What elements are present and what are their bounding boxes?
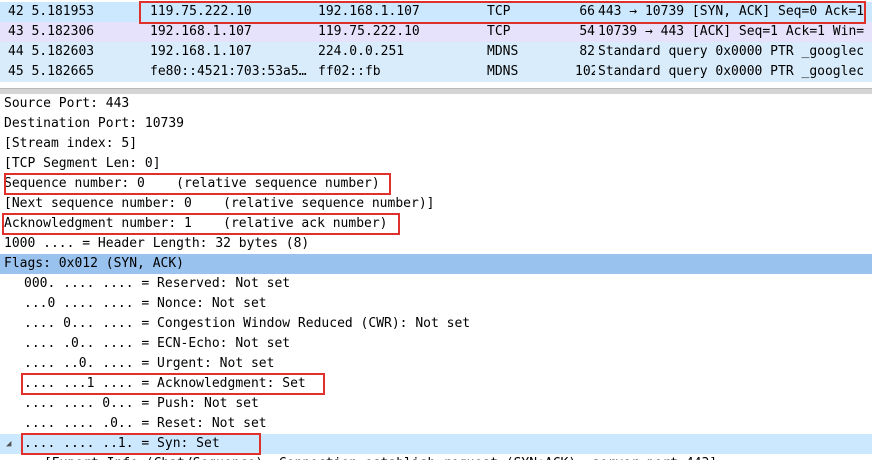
tree-item[interactable]: Sequence number: 0 (relative sequence nu… <box>0 174 872 194</box>
packet-no-time: 42 5.181953 <box>8 4 95 19</box>
tree-item-label: .... .... ..1. = Syn: Set <box>24 436 220 451</box>
tree-item[interactable]: Acknowledgment number: 1 (relative ack n… <box>0 214 872 234</box>
packet-info: Standard query 0x0000 PTR _googlec <box>598 44 865 59</box>
tree-item-label: Flags: 0x012 (SYN, ACK) <box>4 256 185 271</box>
packet-list[interactable]: 42 5.181953 119.75.222.10 192.168.1.107 TCP… <box>0 0 872 86</box>
tree-item-label: .... ...1 .... = Acknowledgment: Set <box>24 376 306 391</box>
tree-item-label: [Expert Info (Chat/Sequence): Connection… <box>44 454 717 460</box>
tree-item[interactable]: Destination Port: 10739 <box>0 114 872 134</box>
tree-item-label: .... .... .0.. = Reset: Not set <box>24 416 267 431</box>
packet-source: 119.75.222.10 <box>150 4 252 19</box>
tree-item[interactable]: [Next sequence number: 0 (relative seque… <box>0 194 872 214</box>
tree-item-label: [TCP Segment Len: 0] <box>4 156 161 171</box>
tree-item-label: .... ..0. .... = Urgent: Not set <box>24 356 275 371</box>
packet-length: 54 <box>579 24 595 39</box>
tree-item-label: Destination Port: 10739 <box>4 116 185 131</box>
tree-item-label: Acknowledgment number: 1 (relative ack n… <box>4 216 388 231</box>
tree-item[interactable]: [Expert Info (Chat/Sequence): Connection… <box>0 454 872 460</box>
packet-destination: 192.168.1.107 <box>318 4 420 19</box>
tree-item-label: Source Port: 443 <box>4 96 130 111</box>
packet-length: 66 <box>579 4 595 19</box>
packet-protocol: MDNS <box>487 64 519 79</box>
tree-item[interactable]: 1000 .... = Header Length: 32 bytes (8) <box>0 234 872 254</box>
tree-item[interactable]: ◢ .... .... ..1. = Syn: Set <box>0 434 872 454</box>
packet-protocol: MDNS <box>487 44 519 59</box>
packet-row[interactable]: 44 5.182603 192.168.1.107 224.0.0.251 MDNS 8… <box>0 42 872 62</box>
tree-item[interactable]: ...0 .... .... = Nonce: Not set <box>0 294 872 314</box>
packet-no-time: 43 5.182306 <box>8 24 95 39</box>
expand-triangle-icon[interactable]: ◢ <box>6 434 11 454</box>
packet-protocol: TCP <box>487 24 511 39</box>
packet-source: 192.168.1.107 <box>150 24 252 39</box>
tree-item-label: 000. .... .... = Reserved: Not set <box>24 276 291 291</box>
tree-item-label: .... .0.. .... = ECN-Echo: Not set <box>24 336 291 351</box>
tree-item-label: Sequence number: 0 (relative sequence nu… <box>4 176 380 191</box>
tree-item-label: .... .... 0... = Push: Not set <box>24 396 259 411</box>
tree-item[interactable]: .... .... .0.. = Reset: Not set <box>0 414 872 434</box>
tree-item-label: .... 0... .... = Congestion Window Reduc… <box>24 316 471 331</box>
tree-item[interactable]: .... ...1 .... = Acknowledgment: Set <box>0 374 872 394</box>
tree-item-label: 1000 .... = Header Length: 32 bytes (8) <box>4 236 310 251</box>
tree-item[interactable]: [Stream index: 5] <box>0 134 872 154</box>
packet-protocol: TCP <box>487 4 511 19</box>
tree-item[interactable]: .... ..0. .... = Urgent: Not set <box>0 354 872 374</box>
packet-no-time: 45 5.182665 <box>8 64 95 79</box>
tree-item[interactable]: .... .0.. .... = ECN-Echo: Not set <box>0 334 872 354</box>
packet-length: 82 <box>579 44 595 59</box>
tree-item[interactable]: [TCP Segment Len: 0] <box>0 154 872 174</box>
packet-source: fe80::4521:703:53a5… <box>150 64 307 79</box>
packet-source: 192.168.1.107 <box>150 44 252 59</box>
packet-info: 443 → 10739 [SYN, ACK] Seq=0 Ack=1 <box>598 4 865 19</box>
packet-row[interactable]: 42 5.181953 119.75.222.10 192.168.1.107 TCP… <box>0 2 872 22</box>
packet-no-time: 44 5.182603 <box>8 44 95 59</box>
packet-destination: 224.0.0.251 <box>318 44 405 59</box>
packet-destination: 119.75.222.10 <box>318 24 420 39</box>
packet-length: 102 <box>575 64 595 79</box>
tree-item-flags[interactable]: Flags: 0x012 (SYN, ACK) <box>0 254 872 274</box>
packet-details-tree[interactable]: Source Port: 443 Destination Port: 10739 [… <box>0 94 872 460</box>
tree-item[interactable]: Source Port: 443 <box>0 94 872 114</box>
tree-item-label: [Stream index: 5] <box>4 136 138 151</box>
packet-row[interactable]: 45 5.182665 fe80::4521:703:53a5… ff02::fb M… <box>0 62 872 82</box>
tree-item[interactable]: 000. .... .... = Reserved: Not set <box>0 274 872 294</box>
packet-row[interactable]: 43 5.182306 192.168.1.107 119.75.222.10 TCP… <box>0 22 872 42</box>
packet-info: Standard query 0x0000 PTR _googlec <box>598 64 865 79</box>
packet-destination: ff02::fb <box>318 64 381 79</box>
tree-item-label: ...0 .... .... = Nonce: Not set <box>24 296 267 311</box>
tree-item[interactable]: .... 0... .... = Congestion Window Reduc… <box>0 314 872 334</box>
tree-item[interactable]: .... .... 0... = Push: Not set <box>0 394 872 414</box>
packet-info: 10739 → 443 [ACK] Seq=1 Ack=1 Win= <box>598 24 865 39</box>
tree-item-label: [Next sequence number: 0 (relative seque… <box>4 196 435 211</box>
